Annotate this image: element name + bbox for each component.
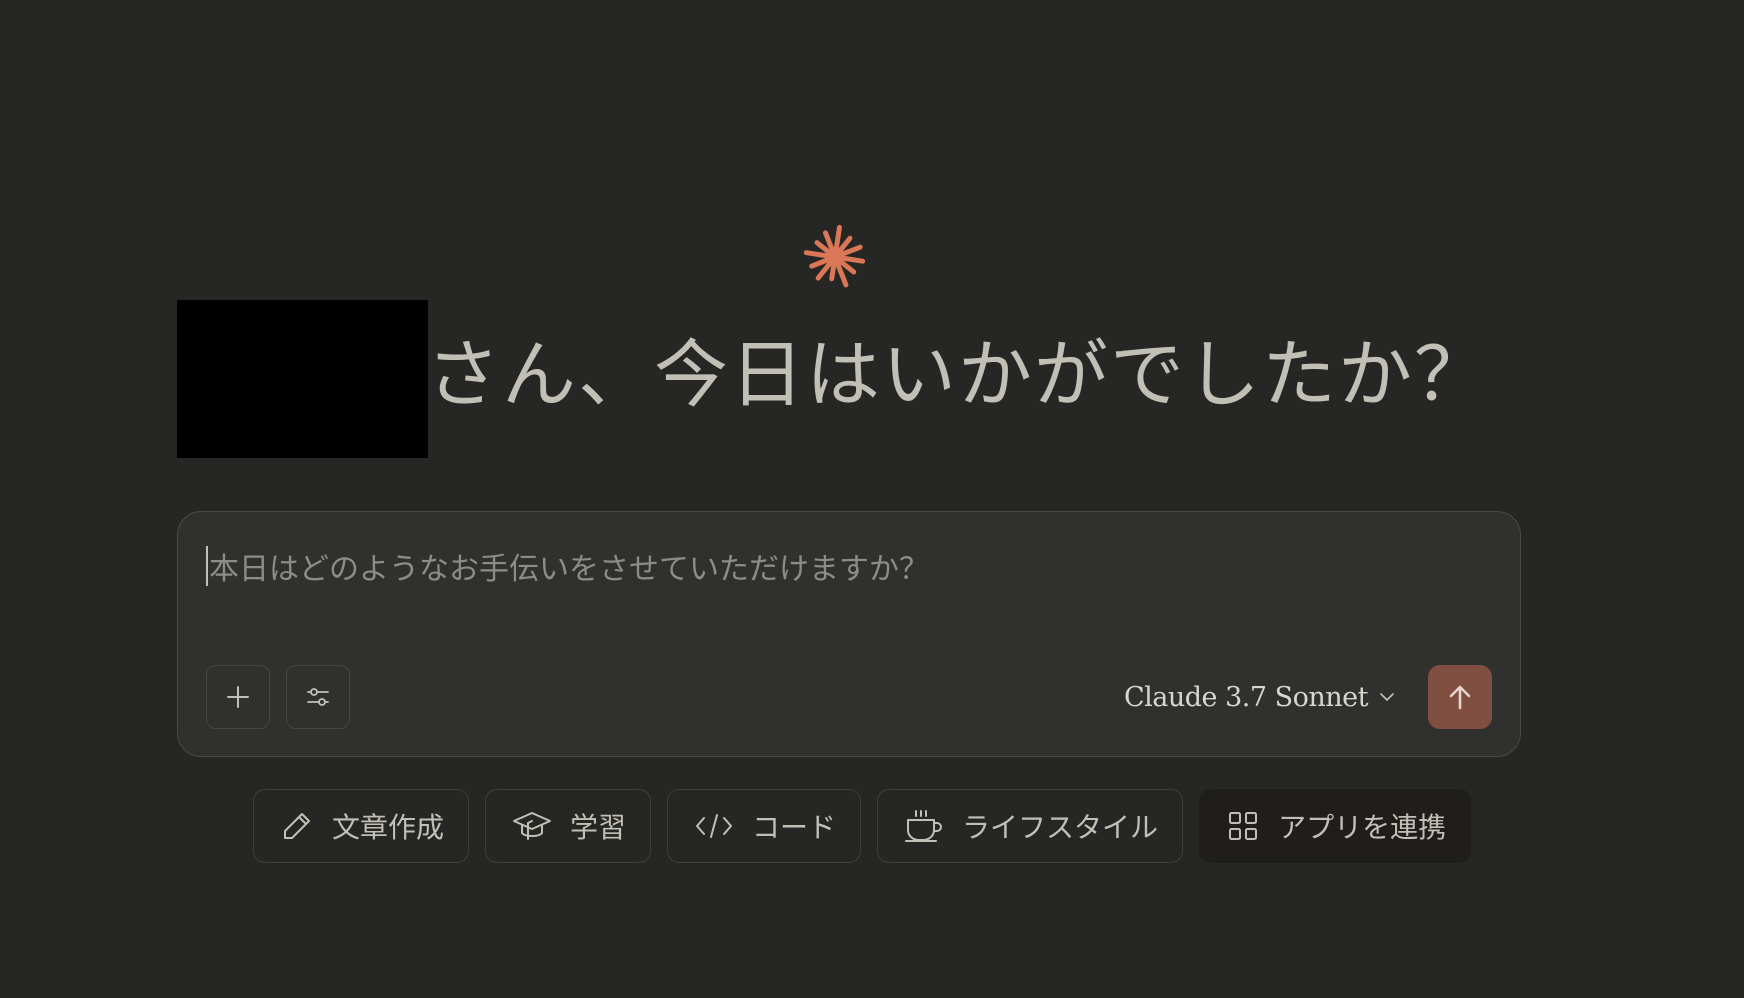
chip-lifestyle[interactable]: ライフスタイル	[877, 789, 1184, 863]
arrow-up-icon	[1449, 685, 1471, 710]
chip-label: 学習	[570, 811, 627, 844]
chip-label: アプリを連携	[1278, 811, 1447, 844]
coffee-cup-icon	[905, 810, 943, 842]
message-input-placeholder: 本日はどのようなお手伝いをさせていただけますか？	[209, 552, 929, 587]
chip-learning[interactable]: 学習	[485, 789, 652, 863]
text-caret	[206, 546, 208, 586]
tools-button[interactable]	[286, 665, 350, 729]
message-composer: 本日はどのようなお手伝いをさせていただけますか？ Claude 3.7 Sonn…	[177, 511, 1521, 757]
chevron-down-icon	[1380, 693, 1394, 701]
add-attachment-button[interactable]	[206, 665, 270, 729]
suggestion-chips: 文章作成 学習 コード ライフスタイル アプリを連携	[253, 789, 1472, 863]
graduation-cap-icon	[513, 812, 552, 840]
chip-label: コード	[752, 811, 837, 844]
grid-icon	[1229, 812, 1258, 840]
pencil-icon	[284, 813, 310, 839]
model-selector[interactable]: Claude 3.7 Sonnet	[1124, 675, 1396, 719]
chip-label: 文章作成	[332, 811, 445, 844]
greeting: さん、今日はいかがでしたか？	[177, 300, 1490, 458]
greeting-text: さん、今日はいかがでしたか？	[426, 332, 1490, 418]
redacted-name	[177, 300, 428, 458]
code-icon	[696, 814, 733, 838]
claude-spark-icon	[803, 224, 866, 288]
send-button[interactable]	[1428, 665, 1492, 729]
model-label: Claude 3.7 Sonnet	[1123, 681, 1369, 713]
chip-code[interactable]: コード	[667, 789, 862, 863]
chip-writing[interactable]: 文章作成	[253, 789, 470, 863]
chip-connect-apps[interactable]: アプリを連携	[1199, 789, 1472, 863]
message-input[interactable]: 本日はどのようなお手伝いをさせていただけますか？	[206, 544, 1492, 588]
sliders-icon	[307, 688, 329, 706]
plus-icon	[227, 686, 249, 708]
page: さん、今日はいかがでしたか？ 本日はどのようなお手伝いをさせていただけますか？ …	[0, 0, 1744, 998]
chip-label: ライフスタイル	[962, 811, 1159, 844]
